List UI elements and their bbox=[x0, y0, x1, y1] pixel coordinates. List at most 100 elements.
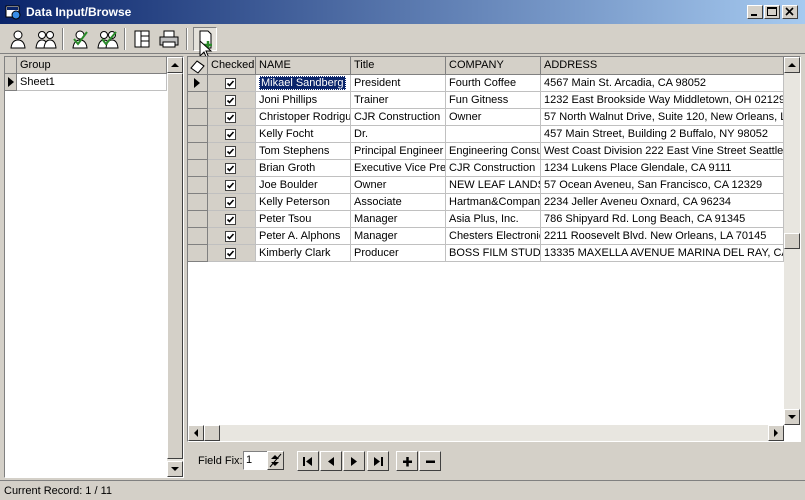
cell-address[interactable]: 57 Ocean Aveneu, San Francisco, CA 12329 bbox=[541, 177, 784, 194]
cell-company[interactable]: CJR Construction bbox=[446, 160, 541, 177]
cell-address[interactable]: 57 North Walnut Drive, Suite 120, New Or… bbox=[541, 109, 784, 126]
person-check-button[interactable] bbox=[68, 27, 92, 51]
cell-title[interactable]: Executive Vice Pre bbox=[351, 160, 446, 177]
row-indicator[interactable] bbox=[188, 194, 208, 211]
cell-name[interactable]: Kelly Focht bbox=[256, 126, 351, 143]
cell-title[interactable]: Owner bbox=[351, 177, 446, 194]
person-button[interactable] bbox=[6, 27, 30, 51]
cell-company[interactable]: NEW LEAF LANDS bbox=[446, 177, 541, 194]
row-indicator[interactable] bbox=[188, 126, 208, 143]
maximize-button[interactable] bbox=[764, 5, 780, 19]
scroll-thumb[interactable] bbox=[784, 233, 800, 249]
last-record-button[interactable] bbox=[367, 451, 389, 471]
checked-checkbox[interactable] bbox=[225, 163, 236, 174]
cell-company[interactable]: Fun Gitness bbox=[446, 92, 541, 109]
cell-company[interactable]: Chesters Electronic bbox=[446, 228, 541, 245]
cell-name[interactable]: Kimberly Clark bbox=[256, 245, 351, 262]
scroll-thumb[interactable] bbox=[204, 425, 220, 441]
close-button[interactable] bbox=[782, 5, 798, 19]
row-indicator[interactable] bbox=[188, 228, 208, 245]
cell-address[interactable]: West Coast Division 222 East Vine Street… bbox=[541, 143, 784, 160]
grid-vertical-scrollbar[interactable] bbox=[784, 57, 800, 425]
field-fix-spinner[interactable] bbox=[267, 451, 284, 470]
grid-horizontal-scrollbar[interactable] bbox=[188, 425, 784, 441]
cell-address[interactable]: 2211 Roosevelt Blvd. New Orleans, LA 701… bbox=[541, 228, 784, 245]
cell-name[interactable]: Christoper Rodrigue bbox=[256, 109, 351, 126]
delete-record-button[interactable] bbox=[419, 451, 441, 471]
cell-name[interactable]: Peter Tsou bbox=[256, 211, 351, 228]
checked-checkbox[interactable] bbox=[225, 180, 236, 191]
scroll-thumb[interactable] bbox=[167, 73, 183, 459]
cell-name[interactable]: Kelly Peterson bbox=[256, 194, 351, 211]
layout-button[interactable] bbox=[130, 27, 154, 51]
group-column-header[interactable]: Group bbox=[17, 57, 167, 74]
cell-company[interactable]: Engineering Consul bbox=[446, 143, 541, 160]
column-header-company[interactable]: COMPANY bbox=[446, 57, 541, 75]
row-indicator[interactable] bbox=[188, 211, 208, 228]
group-check-button[interactable] bbox=[95, 27, 119, 51]
cell-address[interactable]: 786 Shipyard Rd. Long Beach, CA 91345 bbox=[541, 211, 784, 228]
cell-address[interactable]: 4567 Main St. Arcadia, CA 98052 bbox=[541, 75, 784, 92]
scroll-down-button[interactable] bbox=[784, 409, 800, 425]
cell-address[interactable]: 2234 Jeller Aveneu Oxnard, CA 96234 bbox=[541, 194, 784, 211]
cell-title[interactable]: Trainer bbox=[351, 92, 446, 109]
cell-title[interactable]: Dr. bbox=[351, 126, 446, 143]
checked-checkbox[interactable] bbox=[225, 231, 236, 242]
column-header-checked[interactable]: Checked bbox=[208, 57, 256, 75]
scroll-right-button[interactable] bbox=[768, 425, 784, 441]
row-indicator[interactable] bbox=[188, 109, 208, 126]
cell-name[interactable]: Tom Stephens bbox=[256, 143, 351, 160]
scroll-left-button[interactable] bbox=[188, 425, 204, 441]
row-indicator[interactable] bbox=[188, 143, 208, 160]
field-fix-input[interactable]: 1 bbox=[243, 451, 268, 470]
checked-checkbox[interactable] bbox=[225, 214, 236, 225]
checked-checkbox[interactable] bbox=[225, 248, 236, 259]
checked-checkbox[interactable] bbox=[225, 197, 236, 208]
column-header-title[interactable]: Title bbox=[351, 57, 446, 75]
cell-company[interactable]: Hartman&Company bbox=[446, 194, 541, 211]
cell-title[interactable]: Associate bbox=[351, 194, 446, 211]
group-vertical-scrollbar[interactable] bbox=[167, 57, 183, 477]
checked-checkbox[interactable] bbox=[225, 95, 236, 106]
scroll-up-button[interactable] bbox=[167, 57, 183, 73]
cell-company[interactable]: Asia Plus, Inc. bbox=[446, 211, 541, 228]
grid-corner[interactable] bbox=[188, 57, 208, 75]
checked-checkbox[interactable] bbox=[225, 112, 236, 123]
cell-title[interactable]: Manager bbox=[351, 211, 446, 228]
row-indicator[interactable] bbox=[5, 74, 17, 91]
cell-address[interactable]: 457 Main Street, Building 2 Buffalo, NY … bbox=[541, 126, 784, 143]
cell-company[interactable] bbox=[446, 126, 541, 143]
cell-title[interactable]: President bbox=[351, 75, 446, 92]
cell-title[interactable]: Principal Engineer bbox=[351, 143, 446, 160]
cell-title[interactable]: Producer bbox=[351, 245, 446, 262]
checked-checkbox[interactable] bbox=[225, 129, 236, 140]
minimize-button[interactable] bbox=[747, 5, 763, 19]
scroll-down-button[interactable] bbox=[167, 461, 183, 477]
cell-name[interactable]: Peter A. Alphons bbox=[256, 228, 351, 245]
checked-checkbox[interactable] bbox=[225, 146, 236, 157]
cell-name[interactable]: Joni Phillips bbox=[256, 92, 351, 109]
cell-address[interactable]: 1234 Lukens Place Glendale, CA 9111 bbox=[541, 160, 784, 177]
row-indicator[interactable] bbox=[188, 75, 208, 92]
cell-company[interactable]: Fourth Coffee bbox=[446, 75, 541, 92]
row-indicator[interactable] bbox=[188, 245, 208, 262]
cell-name[interactable]: Mikael Sandberg bbox=[256, 75, 351, 92]
cell-title[interactable]: Manager bbox=[351, 228, 446, 245]
column-header-address[interactable]: ADDRESS bbox=[541, 57, 784, 75]
checked-checkbox[interactable] bbox=[225, 78, 236, 89]
scroll-up-button[interactable] bbox=[784, 57, 800, 73]
cell-address[interactable]: 1232 East Brookside Way Middletown, OH 0… bbox=[541, 92, 784, 109]
row-indicator[interactable] bbox=[188, 177, 208, 194]
previous-record-button[interactable] bbox=[320, 451, 342, 471]
group-row[interactable]: Sheet1 bbox=[17, 74, 167, 91]
group-button[interactable] bbox=[33, 27, 57, 51]
cell-name[interactable]: Brian Groth bbox=[256, 160, 351, 177]
cell-name[interactable]: Joe Boulder bbox=[256, 177, 351, 194]
cell-address[interactable]: 13335 MAXELLA AVENUE MARINA DEL RAY, CA bbox=[541, 245, 784, 262]
row-indicator[interactable] bbox=[188, 160, 208, 177]
row-indicator[interactable] bbox=[188, 92, 208, 109]
add-record-button[interactable] bbox=[396, 451, 418, 471]
cell-title[interactable]: CJR Construction bbox=[351, 109, 446, 126]
print-button[interactable] bbox=[157, 27, 181, 51]
next-record-button[interactable] bbox=[343, 451, 365, 471]
